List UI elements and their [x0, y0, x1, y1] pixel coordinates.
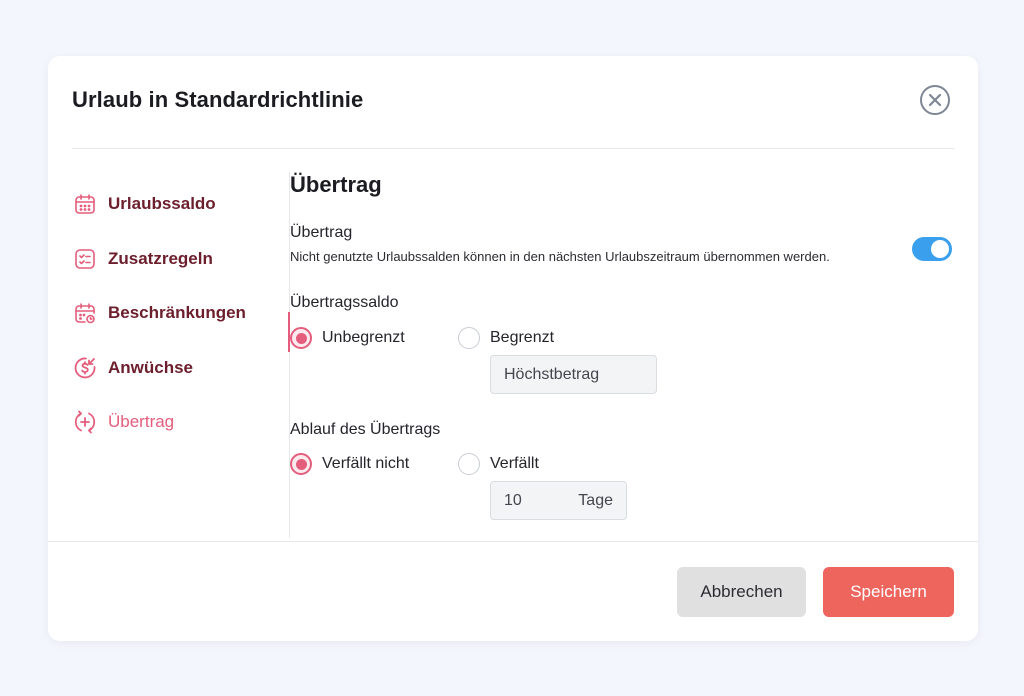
- radio-label: Verfällt nicht: [322, 455, 410, 472]
- sidebar-item-label: Urlaubssaldo: [108, 194, 216, 213]
- radio-label: Begrenzt: [490, 329, 555, 346]
- close-button[interactable]: [920, 85, 950, 115]
- balance-label: Übertragssaldo: [290, 294, 399, 311]
- radio-checked-indicator: [290, 453, 312, 475]
- sidebar-item-label: Beschränkungen: [108, 303, 246, 322]
- sidebar-item-label: Zusatzregeln: [108, 249, 213, 268]
- max-amount-input[interactable]: Höchstbetrag: [490, 355, 657, 394]
- header-divider: [72, 148, 954, 149]
- calendar-clock-icon: [72, 300, 98, 326]
- sidebar: Urlaubssaldo Zusatzregeln Beschränkungen…: [72, 172, 290, 538]
- sidebar-item-zusatzregeln[interactable]: Zusatzregeln: [72, 244, 213, 274]
- radio-label: Verfällt: [490, 455, 539, 472]
- radio-checked-indicator: [290, 327, 312, 349]
- expiry-label: Ablauf des Übertrags: [290, 421, 441, 438]
- save-button[interactable]: Speichern: [823, 567, 954, 617]
- dialog-title: Urlaub in Standardrichtlinie: [72, 87, 364, 112]
- radio-unchecked-indicator: [458, 453, 480, 475]
- checklist-icon: [72, 246, 98, 272]
- radio-unchecked-indicator: [458, 327, 480, 349]
- radio-label: Unbegrenzt: [322, 329, 405, 346]
- sidebar-item-beschraenkungen[interactable]: Beschränkungen: [72, 298, 246, 328]
- sidebar-item-urlaubssaldo[interactable]: Urlaubssaldo: [72, 189, 216, 219]
- expiry-days-unit: Tage: [578, 491, 613, 509]
- calendar-icon: [72, 191, 98, 217]
- radio-verfaellt-nicht[interactable]: Verfällt nicht: [290, 453, 409, 475]
- carryover-plus-icon: [72, 409, 98, 435]
- max-amount-placeholder: Höchstbetrag: [504, 365, 600, 383]
- policy-dialog: Urlaub in Standardrichtlinie Urlaubssald…: [48, 56, 978, 641]
- toggle-knob: [931, 240, 949, 258]
- carryover-description: Nicht genutzte Urlaubssalden können in d…: [290, 249, 830, 264]
- section-title: Übertrag: [290, 172, 382, 197]
- expiry-days-input[interactable]: 10 Tage: [490, 481, 627, 520]
- sidebar-item-label: Übertrag: [108, 412, 175, 431]
- expiry-days-value: 10: [504, 491, 522, 509]
- radio-begrenzt[interactable]: Begrenzt: [458, 327, 554, 349]
- sidebar-item-anwuechse[interactable]: Anwüchse: [72, 353, 193, 383]
- close-icon: [928, 93, 942, 107]
- sidebar-item-label: Anwüchse: [108, 358, 194, 377]
- dollar-accrual-icon: [72, 355, 98, 381]
- footer-divider: [48, 541, 978, 542]
- carryover-toggle[interactable]: [912, 237, 952, 261]
- cancel-button[interactable]: Abbrechen: [677, 567, 806, 617]
- sidebar-item-uebertrag[interactable]: Übertrag: [72, 407, 174, 437]
- radio-unbegrenzt[interactable]: Unbegrenzt: [290, 327, 405, 349]
- radio-verfaellt[interactable]: Verfällt: [458, 453, 539, 475]
- carryover-label: Übertrag: [290, 224, 353, 241]
